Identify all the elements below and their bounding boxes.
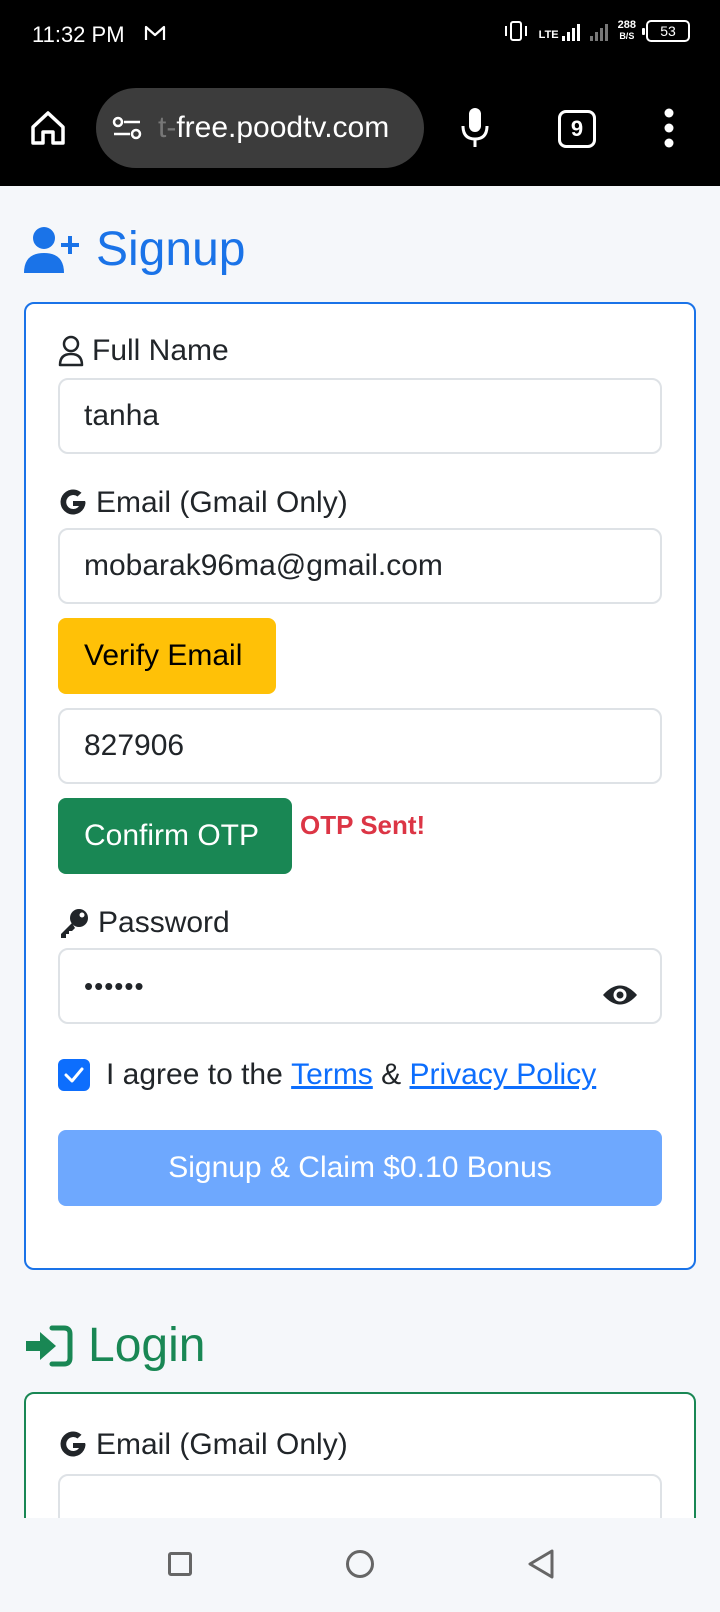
battery-icon: 53	[642, 20, 690, 42]
agree-text: I agree to the	[106, 1058, 283, 1091]
home-nav-icon[interactable]	[346, 1550, 374, 1578]
url-prefix: t-	[158, 111, 177, 144]
address-bar[interactable]: t-free.poodtv.com	[96, 88, 424, 168]
otp-status-text: OTP Sent!	[300, 810, 426, 840]
home-icon[interactable]	[28, 108, 68, 148]
url-domain: free.poodtv.com	[176, 111, 390, 144]
google-icon	[60, 1431, 86, 1457]
eye-icon[interactable]	[602, 982, 638, 1008]
verify-email-button[interactable]: Verify Email	[58, 618, 276, 694]
mail-icon	[144, 25, 166, 40]
privacy-policy-link[interactable]: Privacy Policy	[410, 1058, 597, 1092]
terms-link[interactable]: Terms	[291, 1058, 373, 1092]
mic-icon[interactable]	[460, 106, 490, 150]
signal-icon	[561, 21, 580, 41]
speed-unit: B/S	[619, 31, 635, 41]
email-label-text: Email (Gmail Only)	[96, 486, 348, 519]
vibrate-icon	[504, 21, 527, 41]
more-icon[interactable]	[664, 108, 674, 148]
lte-indicator: LTE	[539, 21, 580, 41]
agree-row: I agree to the Terms & Privacy Policy	[58, 1058, 596, 1092]
password-value: ••••••	[84, 971, 145, 1001]
signup-heading: Signup	[24, 222, 245, 277]
full-name-label: Full Name	[58, 334, 229, 368]
navigation-bar	[0, 1518, 720, 1612]
user-icon	[58, 335, 84, 367]
password-label-text: Password	[98, 906, 230, 939]
agree-checkbox[interactable]	[58, 1059, 90, 1091]
key-icon	[61, 909, 88, 938]
signal-2-icon	[589, 21, 608, 41]
login-email-label: Email (Gmail Only)	[58, 1428, 348, 1462]
status-time: 11:32 PM	[32, 22, 125, 47]
site-settings-icon[interactable]	[112, 115, 142, 141]
network-speed: 288 B/S	[618, 20, 636, 42]
amp-text: &	[381, 1058, 402, 1091]
status-right: LTE 288 B/S 53	[503, 20, 690, 42]
full-name-label-text: Full Name	[92, 334, 229, 367]
email-input[interactable]: mobarak96ma@gmail.com	[58, 528, 662, 604]
signup-card: Full Name tanha Email (Gmail Only) mobar…	[24, 302, 696, 1270]
otp-input[interactable]: 827906	[58, 708, 662, 784]
google-icon	[60, 489, 86, 515]
signup-submit-button[interactable]: Signup & Claim $0.10 Bonus	[58, 1130, 662, 1206]
full-name-input[interactable]: tanha	[58, 378, 662, 454]
network-label: LTE	[538, 29, 559, 41]
password-input[interactable]: ••••••	[58, 948, 662, 1024]
sign-in-icon	[26, 1325, 73, 1366]
login-email-label-text: Email (Gmail Only)	[96, 1428, 348, 1461]
user-plus-icon	[24, 226, 79, 273]
password-label: Password	[58, 906, 230, 940]
status-bar: 11:32 PM LTE 288 B/S 53	[0, 0, 720, 72]
url-text: t-free.poodtv.com	[158, 111, 403, 145]
back-icon[interactable]	[526, 1548, 556, 1580]
confirm-otp-button[interactable]: Confirm OTP	[58, 798, 292, 874]
login-title: Login	[88, 1319, 206, 1372]
browser-toolbar: t-free.poodtv.com 9	[0, 72, 720, 186]
speed-value: 288	[617, 19, 636, 31]
email-label: Email (Gmail Only)	[58, 486, 348, 520]
tabs-icon[interactable]: 9	[558, 110, 596, 148]
signup-title: Signup	[96, 223, 246, 276]
login-heading: Login	[24, 1318, 205, 1373]
check-icon	[64, 1067, 84, 1083]
recents-icon[interactable]	[168, 1552, 192, 1576]
